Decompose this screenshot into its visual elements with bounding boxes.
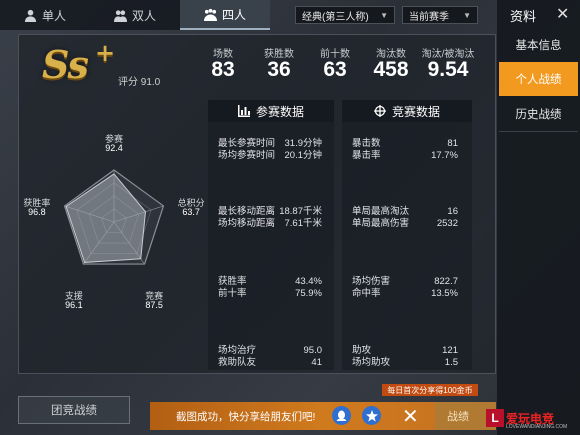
crosshair-icon [373,105,386,117]
perspective-select[interactable]: 经典(第三人称) ▼ [295,6,395,24]
stat-value-kills: 458 [373,58,409,81]
competition-header: 竞赛数据 [342,100,472,122]
rank-score: 评分 91.0 [118,77,161,88]
participation-title: 参赛数据 [255,104,304,119]
stat-row-label: 获胜率 [218,276,247,287]
tab-single-label: 单人 [41,8,66,23]
team-record-button[interactable]: 团竞战绩 [18,396,130,424]
stat-row-label: 单局最高伤害 [352,218,410,229]
stat-row-value: 41 [311,357,322,368]
stat-row-value: 7.61千米 [284,218,323,229]
stat-row-label: 场均助攻 [352,357,391,368]
perspective-select-value: 经典(第三人称) [302,11,369,23]
side-item-personal-record[interactable]: 个人战绩 [499,62,578,96]
stat-row-label: 助攻 [352,345,372,356]
tab-squad[interactable]: 四人 [180,0,270,30]
participation-header: 参赛数据 [208,100,334,122]
stat-row-label: 场均伤害 [352,276,391,287]
stat-row: 场均治疗 95.0 [218,345,322,357]
share-toast-text: 截图成功，快分享给朋友们吧! [176,410,316,423]
stat-row-label: 暴击率 [352,150,381,161]
stat-row: 最长移动距离 18.87千米 [218,206,322,218]
rank-tier: Ss [42,42,89,87]
stat-row: 单局最高伤害 2532 [352,218,458,230]
stat-row-value: 31.9分钟 [284,138,323,149]
tab-duo[interactable]: 双人 [90,0,180,30]
close-icon[interactable]: ✕ [556,4,569,24]
stat-row-value: 822.7 [434,276,458,287]
stat-value-kd: 9.54 [427,58,469,81]
stat-row: 场均助攻 1.5 [352,357,458,369]
mode-tabs: 单人 双人 四人 [0,0,270,30]
stat-row-value: 13.5% [431,288,458,299]
stat-row: 最长参赛时间 31.9分钟 [218,138,322,150]
squad-icon [203,8,217,21]
stat-row: 暴击率 17.7% [352,150,458,162]
stat-row-value: 1.5 [444,357,458,368]
stat-row: 获胜率 43.4% [218,276,322,288]
stat-value-top10: 63 [323,58,347,81]
radar-axis-value: 87.5 [145,299,163,310]
bar-chart-icon [237,105,250,117]
site-url: LOVEWANDIANJING.COM [506,424,568,430]
stat-row: 场均伤害 822.7 [352,276,458,288]
stat-row-value: 43.4% [295,276,322,287]
stat-row-label: 命中率 [352,288,381,299]
stat-value-wins: 36 [267,58,291,81]
stat-row-label: 暴击数 [352,138,381,149]
tab-squad-label: 四人 [221,7,246,22]
share-toast: 截图成功，快分享给朋友们吧! ✕ [150,402,435,430]
single-person-icon [24,9,37,22]
stat-row-value: 16 [447,206,458,217]
radar-axis-value: 96.1 [65,299,83,310]
stat-row-label: 救助队友 [218,357,257,368]
stat-row-value: 20.1分钟 [284,150,323,161]
tab-single[interactable]: 单人 [0,0,90,30]
site-logo: L [486,409,504,427]
tab-duo-label: 双人 [131,8,156,23]
qzone-icon[interactable] [362,406,381,425]
chevron-down-icon: ▼ [463,10,471,20]
stat-row: 助攻 121 [352,345,458,357]
duo-icon [113,9,127,22]
side-panel-title: 资料 [510,9,537,24]
stat-value-matches: 83 [211,58,235,81]
stat-row-label: 单局最高淘汰 [352,206,410,217]
stat-row-label: 场均治疗 [218,345,257,356]
share-bonus-badge: 每日首次分享得100金币 [382,384,478,396]
stat-row-value: 121 [442,345,458,356]
qq-icon[interactable] [332,406,351,425]
stat-row-label: 最长参赛时间 [218,138,276,149]
stat-row-value: 95.0 [303,345,323,356]
stat-row-label: 场均参赛时间 [218,150,276,161]
side-item-basic-info[interactable]: 基本信息 [499,28,578,63]
chevron-down-icon: ▼ [380,10,388,20]
close-icon[interactable]: ✕ [402,404,419,429]
radar-axis-value: 92.4 [105,143,123,153]
site-watermark: L 爱玩电竞 LOVEWANDIANJING.COM [486,405,578,431]
stat-row-label: 前十率 [218,288,247,299]
rank-plus: + [95,38,116,67]
stat-row: 单局最高淘汰 16 [352,206,458,218]
stat-row-value: 81 [447,138,458,149]
season-select[interactable]: 当前赛季 ▼ [402,6,478,24]
stat-row-value: 17.7% [431,150,458,161]
stat-row: 命中率 13.5% [352,288,458,300]
side-item-history[interactable]: 历史战绩 [499,97,578,132]
stat-row-value: 2532 [436,218,458,229]
stat-row-value: 18.87千米 [279,206,322,217]
stat-row: 场均移动距离 7.61千米 [218,218,322,230]
stat-row-value: 75.9% [295,288,322,299]
season-select-value: 当前赛季 [409,11,449,23]
radar-axis-value: 63.7 [182,207,200,218]
stat-row: 暴击数 81 [352,138,458,150]
stat-row: 救助队友 41 [218,357,322,369]
stat-row-label: 最长移动距离 [218,206,276,217]
competition-title: 竞赛数据 [391,104,440,119]
stat-row: 场均参赛时间 20.1分钟 [218,150,322,162]
stat-row: 前十率 75.9% [218,288,322,300]
stat-row-label: 场均移动距离 [218,218,276,229]
radar-axis-value: 96.8 [28,207,46,218]
